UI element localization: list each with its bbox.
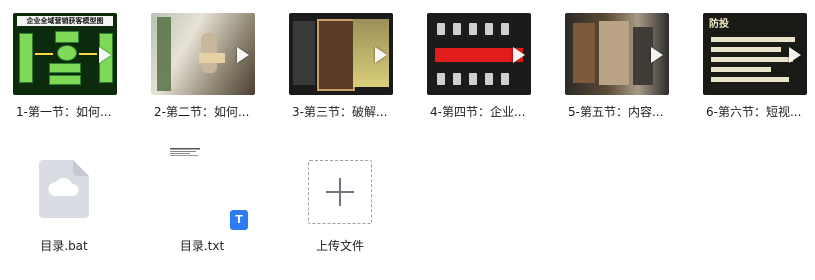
thumb-cell: [453, 23, 461, 35]
file-caption-3[interactable]: 3-第三节：破解...: [292, 104, 396, 120]
thumb-box: [49, 75, 81, 85]
play-icon: [375, 47, 387, 63]
thumb-panel: [293, 21, 315, 85]
thumb-cell: [485, 23, 493, 35]
thumb-box: [49, 63, 81, 73]
thumb-cell: [501, 73, 509, 85]
txt-file-icon[interactable]: T: [168, 146, 250, 230]
thumb-door: [317, 19, 355, 91]
thumb-cell: [485, 73, 493, 85]
thumb-title: 防投: [709, 19, 729, 30]
file-caption-5[interactable]: 5-第五节：内容...: [568, 104, 672, 120]
thumb-node: [57, 45, 77, 61]
thumb-text-line: [711, 37, 795, 42]
thumb-title: 企业全域营销获客模型图: [26, 17, 104, 25]
thumb-side-box: [19, 33, 33, 83]
thumb-text-line: [711, 67, 771, 72]
video-thumbnail-2[interactable]: [151, 13, 255, 95]
thumb-text-line: [711, 57, 793, 62]
file-caption-6[interactable]: 6-第六节：短视...: [706, 104, 810, 120]
thumb-plant: [157, 17, 171, 91]
thumb-cell: [469, 23, 477, 35]
play-icon: [513, 47, 525, 63]
thumb-text-line: [711, 77, 789, 82]
thumb-person: [573, 23, 595, 83]
video-thumbnail-4[interactable]: [427, 13, 531, 95]
video-thumbnail-1[interactable]: 企业全域营销获客模型图: [13, 13, 117, 95]
txt-badge: T: [235, 213, 243, 226]
play-icon: [789, 47, 801, 63]
thumb-person: [633, 27, 653, 85]
thumb-cell: [437, 23, 445, 35]
upload-button[interactable]: [308, 160, 372, 224]
thumb-display: [599, 21, 629, 85]
thumb-cell: [501, 23, 509, 35]
video-thumbnail-3[interactable]: [289, 13, 393, 95]
video-thumbnail-6[interactable]: 防投: [703, 13, 807, 95]
thumb-cell: [469, 73, 477, 85]
thumb-red-band: [435, 48, 523, 62]
file-name-bat[interactable]: 目录.bat: [30, 238, 98, 254]
thumb-cell: [453, 73, 461, 85]
thumb-box: [55, 31, 79, 43]
thumb-box: [199, 53, 225, 63]
thumb-text-line: [711, 47, 781, 52]
thumb-arrow: [35, 53, 53, 55]
play-icon: [99, 47, 111, 63]
plus-icon: [339, 178, 341, 206]
file-caption-2[interactable]: 2-第二节：如何...: [154, 104, 258, 120]
thumb-arrow: [79, 53, 97, 55]
file-caption-1[interactable]: 1-第一节：如何...: [16, 104, 120, 120]
thumb-cell: [437, 73, 445, 85]
video-thumbnail-5[interactable]: [565, 13, 669, 95]
file-grid: 企业全域营销获客模型图 1-第一节：如何... 2-第二节：如何... 3-第三…: [0, 0, 815, 280]
play-icon: [651, 47, 663, 63]
file-caption-4[interactable]: 4-第四节：企业...: [430, 104, 534, 120]
cloud-file-icon[interactable]: [37, 158, 91, 220]
upload-label[interactable]: 上传文件: [300, 238, 380, 254]
play-icon: [237, 47, 249, 63]
file-name-txt[interactable]: 目录.txt: [166, 238, 238, 254]
